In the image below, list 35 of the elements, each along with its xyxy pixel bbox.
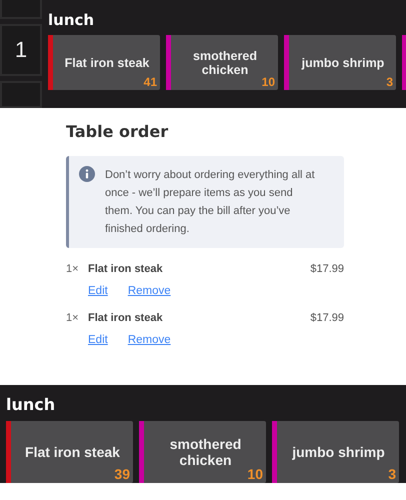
- category-heading: lunch: [5, 394, 56, 416]
- item-name: smothered chicken: [168, 436, 242, 468]
- menu-item-tile[interactable]: Flat iron steak 39: [6, 421, 133, 483]
- edit-link[interactable]: Edit: [88, 285, 108, 297]
- order-title: Table order: [66, 122, 170, 141]
- edit-link[interactable]: Edit: [88, 334, 108, 346]
- item-count: 3: [386, 75, 393, 89]
- item-count: 39: [114, 466, 130, 482]
- item-name: Flat iron steak: [88, 312, 164, 324]
- item-count: 3: [388, 466, 396, 482]
- menu-item-tile[interactable]: smothered chicken 10: [166, 35, 278, 90]
- item-name: jumbo shrimp: [302, 56, 384, 70]
- menu-item-tile[interactable]: smothered chicken 10: [139, 421, 266, 483]
- seat-tile[interactable]: [0, 80, 42, 108]
- menu-item-tile[interactable]: Flat iron steak 41: [48, 35, 160, 90]
- item-count: 41: [144, 75, 157, 89]
- item-name: Flat iron steak: [64, 56, 150, 70]
- remove-link[interactable]: Remove: [128, 285, 171, 297]
- item-name: Flat iron steak: [25, 444, 120, 460]
- seat-tile[interactable]: 1: [0, 24, 42, 76]
- item-quantity: 1×: [66, 312, 80, 324]
- category-heading: lunch: [48, 10, 96, 31]
- item-name: smothered chicken: [192, 48, 258, 76]
- item-price: $17.99: [310, 263, 344, 275]
- item-name: Flat iron steak: [88, 263, 164, 275]
- item-count: 10: [247, 466, 263, 482]
- menu-item-tile[interactable]: jumbo shrimp 3: [284, 35, 396, 90]
- notice-text: Don’t worry about ordering everything all at once - we’ll prepare items as you send them. You can pay the bill after you’ve finished ordering.: [105, 168, 316, 237]
- item-name: jumbo shrimp: [292, 444, 385, 460]
- item-count: 10: [262, 75, 275, 89]
- menu-item-tile[interactable]: jumbo shrimp 3: [272, 421, 399, 483]
- remove-link[interactable]: Remove: [128, 334, 171, 346]
- info-icon: [79, 166, 95, 182]
- item-quantity: 1×: [66, 263, 80, 275]
- item-price: $17.99: [310, 312, 344, 324]
